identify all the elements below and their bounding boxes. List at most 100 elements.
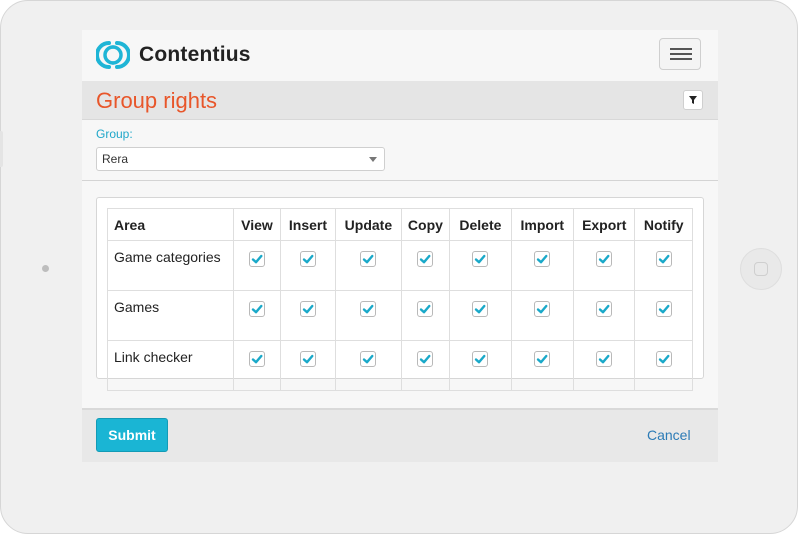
filter-funnel-icon: [689, 96, 697, 104]
permission-checkbox-copy[interactable]: [417, 251, 434, 267]
checkmark-icon: [302, 354, 314, 364]
page-title-bar: Group rights: [82, 81, 718, 120]
permission-checkbox-notify[interactable]: [655, 251, 672, 267]
permission-cell: [572, 340, 636, 391]
tablet-home-button: [740, 248, 782, 290]
permission-checkbox-delete[interactable]: [472, 351, 489, 367]
permission-cell: [233, 340, 281, 391]
checkmark-icon: [251, 354, 263, 364]
group-select-value: Rera: [102, 152, 129, 166]
permission-checkbox-insert[interactable]: [299, 251, 316, 267]
permission-cell: [335, 240, 402, 291]
rights-table-body: Game categories Games Link checker: [106, 240, 693, 391]
permission-checkbox-notify[interactable]: [655, 351, 672, 367]
permission-checkbox-view[interactable]: [248, 251, 265, 267]
permission-checkbox-update[interactable]: [360, 351, 377, 367]
group-label: Group:: [96, 127, 133, 141]
contentius-logo-icon[interactable]: [96, 38, 130, 72]
checkmark-icon: [599, 304, 610, 314]
permission-cell: [233, 240, 281, 291]
column-header-export: Export: [572, 208, 636, 241]
column-header-insert: Insert: [279, 208, 337, 241]
permission-checkbox-import[interactable]: [534, 301, 551, 317]
permission-checkbox-import[interactable]: [534, 351, 551, 367]
column-header-area: Area: [106, 208, 235, 241]
permission-cell: [400, 290, 451, 341]
checkmark-icon: [420, 354, 431, 364]
permission-cell: [634, 240, 693, 291]
permission-cell: [279, 340, 337, 391]
permission-checkbox-copy[interactable]: [417, 301, 434, 317]
permission-checkbox-insert[interactable]: [299, 351, 316, 367]
permission-cell: [335, 340, 402, 391]
permission-checkbox-update[interactable]: [360, 251, 377, 267]
checkmark-icon: [302, 254, 314, 264]
permission-cell: [510, 340, 575, 391]
permission-checkbox-view[interactable]: [248, 351, 265, 367]
checkmark-icon: [475, 354, 486, 364]
permission-cell: [400, 340, 451, 391]
permission-cell: [510, 240, 575, 291]
checkmark-icon: [475, 304, 486, 314]
rights-table-card: Area View Insert Update Copy Delete Impo…: [96, 197, 704, 391]
group-select[interactable]: Rera: [96, 147, 385, 171]
checkmark-icon: [420, 304, 431, 314]
checkmark-icon: [599, 254, 610, 264]
permission-cell: [634, 340, 693, 391]
permission-cell: [572, 240, 636, 291]
permission-checkbox-notify[interactable]: [655, 301, 672, 317]
table-header-row: Area View Insert Update Copy Delete Impo…: [106, 208, 693, 241]
permission-checkbox-delete[interactable]: [472, 301, 489, 317]
checkmark-icon: [302, 304, 314, 314]
permission-cell: [335, 290, 402, 341]
permission-checkbox-export[interactable]: [596, 251, 613, 267]
column-header-copy: Copy: [400, 208, 451, 241]
checkmark-icon: [658, 354, 670, 364]
form-footer: Submit Cancel: [82, 408, 718, 462]
permission-cell: [572, 290, 636, 341]
permission-checkbox-delete[interactable]: [472, 251, 489, 267]
tablet-side-button: [0, 131, 3, 167]
checkmark-icon: [537, 254, 548, 264]
permission-checkbox-export[interactable]: [596, 351, 613, 367]
column-header-view: View: [233, 208, 281, 241]
tablet-camera: [42, 265, 49, 272]
chevron-down-icon: [369, 157, 377, 162]
checkmark-icon: [363, 254, 374, 264]
checkmark-icon: [251, 254, 263, 264]
permission-cell: [279, 290, 337, 341]
checkmark-icon: [658, 304, 670, 314]
column-header-update: Update: [335, 208, 402, 241]
filter-button[interactable]: [683, 90, 703, 110]
checkmark-icon: [420, 254, 431, 264]
permission-checkbox-copy[interactable]: [417, 351, 434, 367]
permission-checkbox-import[interactable]: [534, 251, 551, 267]
brand-name[interactable]: Contentius: [139, 43, 251, 67]
checkmark-icon: [537, 304, 548, 314]
permission-cell: [449, 240, 512, 291]
hamburger-menu-icon-bar: [670, 53, 692, 55]
navbar: Contentius: [82, 30, 718, 80]
permission-cell: [449, 290, 512, 341]
permission-checkbox-export[interactable]: [596, 301, 613, 317]
table-row: Games: [106, 290, 693, 341]
checkmark-icon: [363, 354, 374, 364]
home-button-icon: [754, 262, 768, 276]
area-cell: Games: [106, 290, 235, 341]
hamburger-menu-icon-bar: [670, 58, 692, 60]
permission-cell: [233, 290, 281, 341]
area-cell: Link checker: [106, 340, 235, 391]
checkmark-icon: [537, 354, 548, 364]
checkmark-icon: [475, 254, 486, 264]
table-row: Game categories: [106, 240, 693, 291]
cancel-link[interactable]: Cancel: [647, 427, 691, 443]
permission-checkbox-update[interactable]: [360, 301, 377, 317]
rights-table: Area View Insert Update Copy Delete Impo…: [106, 208, 693, 391]
permission-cell: [510, 290, 575, 341]
submit-button[interactable]: Submit: [96, 418, 168, 452]
permission-checkbox-view[interactable]: [248, 301, 265, 317]
hamburger-menu-button[interactable]: [659, 38, 701, 70]
permission-cell: [634, 290, 693, 341]
permission-checkbox-insert[interactable]: [299, 301, 316, 317]
permission-cell: [449, 340, 512, 391]
